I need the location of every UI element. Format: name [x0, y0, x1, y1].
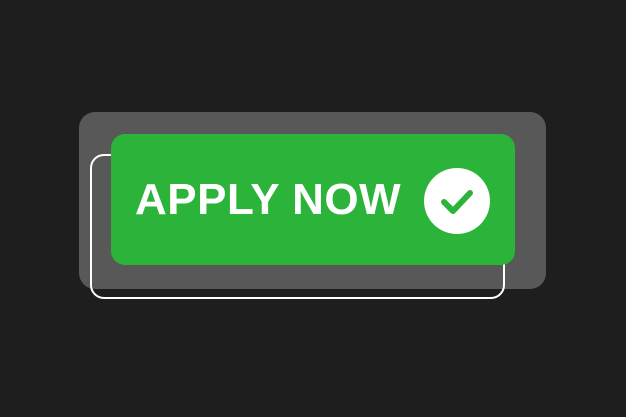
check-circle-icon [424, 168, 490, 234]
apply-now-label: APPLY NOW [135, 175, 402, 224]
canvas: APPLY NOW [0, 0, 626, 417]
apply-now-button[interactable]: APPLY NOW [111, 134, 515, 265]
